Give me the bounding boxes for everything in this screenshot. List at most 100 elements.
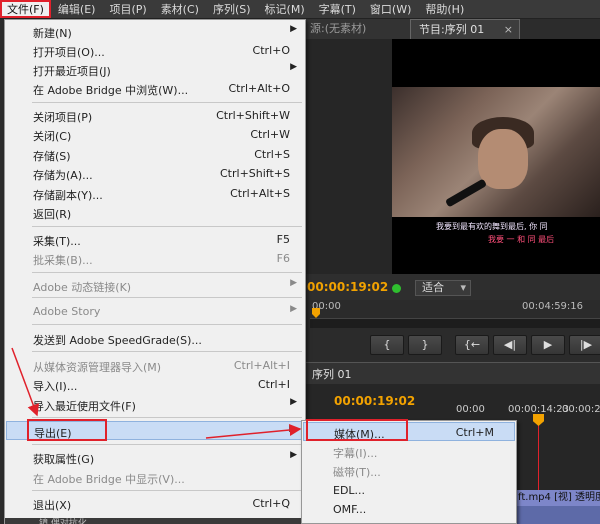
menu-separator bbox=[32, 272, 302, 273]
video-clip[interactable]: ft.mp4 [视] 透明度 bbox=[516, 490, 600, 506]
step-forward-button[interactable]: |▶ bbox=[569, 335, 600, 355]
menu-item-label: 存储(S) bbox=[33, 150, 71, 163]
annotation-box-export bbox=[27, 419, 107, 441]
video-subtitle-1: 我要到最有欢的舞到最后, 你 同 bbox=[436, 222, 548, 231]
menu-item-label: 从媒体资源管理器导入(M) bbox=[33, 361, 162, 374]
menu-item-label: 批采集(B)... bbox=[33, 254, 93, 267]
submenu-item-label: EDL... bbox=[333, 484, 366, 497]
source-monitor-tab[interactable]: 源:(无素材) bbox=[306, 19, 410, 39]
submenu-item-edl[interactable]: EDL... bbox=[303, 481, 515, 500]
menu-item-shortcut: Ctrl+Alt+I bbox=[233, 359, 290, 372]
menu-separator bbox=[32, 324, 302, 325]
video-clip-thumbnail[interactable] bbox=[516, 506, 600, 524]
sequence-timecode[interactable]: 00:00:19:02 bbox=[334, 394, 415, 408]
menu-item-label: 关闭(C) bbox=[33, 130, 72, 143]
menu-item-label: 存储副本(Y)... bbox=[33, 189, 103, 202]
panel-strip: 镜 偶对抗化 bbox=[5, 518, 305, 524]
submenu-item-titles: 字幕(I)... bbox=[303, 442, 515, 461]
menu-item-dynamic-link: Adobe 动态链接(K) ▶ bbox=[6, 276, 304, 295]
menu-project[interactable]: 项目(P) bbox=[102, 0, 153, 18]
menu-item-label: Adobe 动态链接(K) bbox=[33, 281, 132, 294]
ruler-track[interactable] bbox=[310, 318, 600, 328]
menu-item-shortcut: Ctrl+Alt+S bbox=[230, 187, 290, 200]
close-icon[interactable]: × bbox=[504, 20, 513, 40]
menu-item-close-project[interactable]: 关闭项目(P) Ctrl+Shift+W bbox=[6, 106, 304, 125]
menu-edit[interactable]: 编辑(E) bbox=[51, 0, 103, 18]
menu-item-shortcut: F6 bbox=[276, 252, 290, 265]
menu-item-send-speedgrade[interactable]: 发送到 Adobe SpeedGrade(S)... bbox=[6, 329, 304, 348]
menu-item-label: 新建(N) bbox=[33, 27, 72, 40]
menu-item-batch-capture: 批采集(B)... F6 bbox=[6, 249, 304, 268]
menu-item-open-project[interactable]: 打开项目(O)... Ctrl+O bbox=[6, 41, 304, 60]
submenu-arrow-icon: ▶ bbox=[290, 304, 297, 314]
menu-item-adobe-story: Adobe Story ▶ bbox=[6, 302, 304, 321]
menu-item-label: 打开最近项目(J) bbox=[33, 65, 111, 78]
menu-bar: 文件(F) 编辑(E) 项目(P) 素材(C) 序列(S) 标记(M) 字幕(T… bbox=[0, 0, 600, 19]
menu-file[interactable]: 文件(F) bbox=[0, 0, 51, 18]
menu-item-capture[interactable]: 采集(T)... F5 bbox=[6, 230, 304, 249]
menu-item-exit[interactable]: 退出(X) Ctrl+Q bbox=[6, 494, 304, 513]
menu-item-browse-bridge[interactable]: 在 Adobe Bridge 中浏览(W)... Ctrl+Alt+O bbox=[6, 79, 304, 98]
monitor-ruler[interactable]: 00:00 00:04:59:16 bbox=[306, 300, 600, 330]
menu-item-shortcut: Ctrl+Q bbox=[252, 497, 290, 510]
submenu-item-shortcut: Ctrl+M bbox=[455, 426, 494, 439]
step-back-button[interactable]: ◀| bbox=[493, 335, 527, 355]
menu-item-save-as[interactable]: 存储为(A)... Ctrl+Shift+S bbox=[6, 164, 304, 183]
menu-item-shortcut: F5 bbox=[276, 233, 290, 246]
menu-item-import[interactable]: 导入(I)... Ctrl+I bbox=[6, 375, 304, 394]
menu-title[interactable]: 字幕(T) bbox=[312, 0, 363, 18]
submenu-arrow-icon: ▶ bbox=[290, 62, 297, 72]
menu-separator bbox=[32, 102, 302, 103]
sequence-tab[interactable]: 序列 01 bbox=[312, 366, 352, 382]
menu-item-label: Adobe Story bbox=[33, 305, 101, 318]
timeline-tick: 00:00 bbox=[456, 404, 485, 415]
menu-item-shortcut: Ctrl+I bbox=[257, 378, 290, 391]
menu-separator bbox=[32, 490, 302, 491]
mark-out-button[interactable]: } bbox=[408, 335, 442, 355]
video-preview: 我要到最有欢的舞到最后, 你 同 我要 一 和 同 最后 bbox=[392, 39, 600, 274]
menu-item-get-properties[interactable]: 获取属性(G) ▶ bbox=[6, 448, 304, 467]
menu-item-save-copy[interactable]: 存储副本(Y)... Ctrl+Alt+S bbox=[6, 184, 304, 203]
menu-item-label: 关闭项目(P) bbox=[33, 111, 93, 124]
menu-item-new[interactable]: 新建(N) ▶ bbox=[6, 22, 304, 41]
menu-marker[interactable]: 标记(M) bbox=[258, 0, 312, 18]
menu-item-label: 在 Adobe Bridge 中显示(V)... bbox=[33, 473, 185, 486]
menu-item-label: 获取属性(G) bbox=[33, 453, 95, 466]
mark-in-button[interactable]: { bbox=[370, 335, 404, 355]
menu-item-open-recent-project[interactable]: 打开最近项目(J) ▶ bbox=[6, 60, 304, 79]
menu-window[interactable]: 窗口(W) bbox=[363, 0, 418, 18]
menu-help[interactable]: 帮助(H) bbox=[418, 0, 471, 18]
playhead-icon[interactable] bbox=[312, 308, 320, 318]
menu-item-label: 导入最近使用文件(F) bbox=[33, 400, 136, 413]
submenu-arrow-icon: ▶ bbox=[290, 278, 297, 288]
submenu-arrow-icon: ▶ bbox=[290, 450, 297, 460]
submenu-arrow-icon: ▶ bbox=[289, 424, 296, 434]
menu-item-label: 发送到 Adobe SpeedGrade(S)... bbox=[33, 334, 202, 347]
menu-item-revert[interactable]: 返回(R) bbox=[6, 203, 304, 222]
ruler-end-time: 00:04:59:16 bbox=[522, 301, 584, 312]
menu-separator bbox=[32, 297, 302, 298]
menu-separator bbox=[32, 226, 302, 227]
program-timecode[interactable]: 00:00:19:02 bbox=[307, 280, 388, 294]
menu-item-import-recent[interactable]: 导入最近使用文件(F) ▶ bbox=[6, 395, 304, 414]
play-button[interactable]: ▶ bbox=[531, 335, 565, 355]
menu-item-close[interactable]: 关闭(C) Ctrl+W bbox=[6, 125, 304, 144]
menu-item-shortcut: Ctrl+S bbox=[254, 148, 290, 161]
program-monitor-tab[interactable]: 节目:序列 01 × bbox=[410, 19, 520, 39]
menu-clip[interactable]: 素材(C) bbox=[154, 0, 206, 18]
go-to-in-button[interactable]: {← bbox=[455, 335, 489, 355]
fit-dropdown[interactable]: 适合 bbox=[415, 280, 471, 296]
menu-sequence[interactable]: 序列(S) bbox=[206, 0, 258, 18]
submenu-item-label: OMF... bbox=[333, 503, 367, 516]
menu-item-save[interactable]: 存储(S) Ctrl+S bbox=[6, 145, 304, 164]
menu-item-shortcut: Ctrl+Shift+S bbox=[220, 167, 290, 180]
timeline-tick: 00:00:29 bbox=[562, 404, 600, 415]
menu-item-label: 在 Adobe Bridge 中浏览(W)... bbox=[33, 84, 189, 97]
submenu-item-omf[interactable]: OMF... bbox=[303, 500, 515, 519]
file-menu: 新建(N) ▶ 打开项目(O)... Ctrl+O 打开最近项目(J) ▶ 在 … bbox=[4, 19, 306, 524]
status-indicator-icon bbox=[392, 284, 401, 293]
menu-item-shortcut: Ctrl+W bbox=[250, 128, 290, 141]
menu-separator bbox=[32, 444, 302, 445]
menu-item-shortcut: Ctrl+O bbox=[252, 44, 290, 57]
submenu-item-label: 磁带(T)... bbox=[333, 466, 381, 479]
